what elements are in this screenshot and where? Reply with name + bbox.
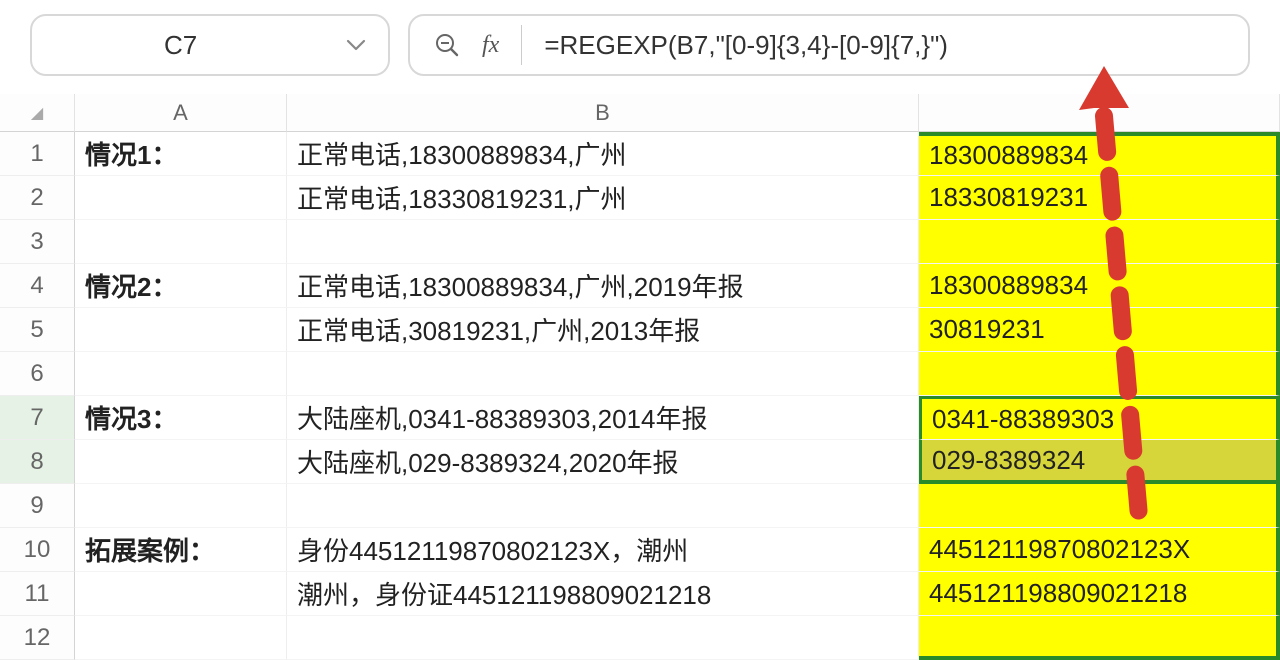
formula-toolbar: C7 fx =REGEXP(B7,"[0-9]{3,4}-[0-9]{7,}"): [0, 0, 1280, 94]
formula-bar[interactable]: fx =REGEXP(B7,"[0-9]{3,4}-[0-9]{7,}"): [408, 14, 1250, 76]
row-header[interactable]: 9: [0, 484, 75, 528]
cell-C[interactable]: [919, 616, 1280, 660]
column-headers: ◢ A B: [0, 94, 1280, 132]
row-header[interactable]: 11: [0, 572, 75, 616]
cell-C[interactable]: 18300889834: [919, 132, 1280, 176]
spreadsheet-grid[interactable]: ◢ A B 1情况1：正常电话,18300889834,广州1830088983…: [0, 94, 1280, 660]
cell-C[interactable]: [919, 352, 1280, 396]
cell-A[interactable]: [75, 176, 287, 220]
cell-A[interactable]: 情况3：: [75, 396, 287, 440]
row-header[interactable]: 5: [0, 308, 75, 352]
cell-C[interactable]: 44512119870802123X: [919, 528, 1280, 572]
cell-A[interactable]: 拓展案例：: [75, 528, 287, 572]
cell-B[interactable]: 大陆座机,029-8389324,2020年报: [287, 440, 919, 484]
formula-text[interactable]: =REGEXP(B7,"[0-9]{3,4}-[0-9]{7,}"): [544, 30, 948, 61]
cell-C[interactable]: 029-8389324: [919, 440, 1280, 484]
cell-B[interactable]: 潮州，身份证445121198809021218: [287, 572, 919, 616]
cell-C[interactable]: 445121198809021218: [919, 572, 1280, 616]
zoom-icon[interactable]: [434, 32, 460, 58]
row-header[interactable]: 10: [0, 528, 75, 572]
row-header[interactable]: 6: [0, 352, 75, 396]
col-header-C[interactable]: [919, 94, 1280, 132]
cell-B[interactable]: 正常电话,18300889834,广州,2019年报: [287, 264, 919, 308]
cell-C[interactable]: 18300889834: [919, 264, 1280, 308]
cell-C[interactable]: 30819231: [919, 308, 1280, 352]
cell-reference: C7: [54, 30, 346, 61]
row-header[interactable]: 8: [0, 440, 75, 484]
cell-B[interactable]: [287, 220, 919, 264]
separator: [521, 25, 522, 65]
cell-C[interactable]: 0341-88389303: [919, 396, 1280, 440]
cell-A[interactable]: [75, 440, 287, 484]
fx-label: fx: [482, 32, 499, 59]
row-header[interactable]: 12: [0, 616, 75, 660]
col-header-B[interactable]: B: [287, 94, 919, 132]
cell-B[interactable]: 正常电话,18300889834,广州: [287, 132, 919, 176]
chevron-down-icon[interactable]: [346, 38, 366, 52]
row-header[interactable]: 2: [0, 176, 75, 220]
cell-C[interactable]: [919, 220, 1280, 264]
cell-B[interactable]: 正常电话,18330819231,广州: [287, 176, 919, 220]
select-all-corner[interactable]: ◢: [0, 94, 75, 132]
cell-B[interactable]: [287, 352, 919, 396]
cell-A[interactable]: [75, 352, 287, 396]
name-box[interactable]: C7: [30, 14, 390, 76]
cell-A[interactable]: [75, 572, 287, 616]
cell-A[interactable]: [75, 220, 287, 264]
row-header[interactable]: 4: [0, 264, 75, 308]
cell-B[interactable]: 身份44512119870802123X，潮州: [287, 528, 919, 572]
cell-B[interactable]: 大陆座机,0341-88389303,2014年报: [287, 396, 919, 440]
cell-A[interactable]: 情况2：: [75, 264, 287, 308]
row-header[interactable]: 7: [0, 396, 75, 440]
cell-A[interactable]: [75, 484, 287, 528]
cell-B[interactable]: [287, 484, 919, 528]
cell-B[interactable]: [287, 616, 919, 660]
col-header-A[interactable]: A: [75, 94, 287, 132]
cell-A[interactable]: 情况1：: [75, 132, 287, 176]
row-header[interactable]: 3: [0, 220, 75, 264]
row-header[interactable]: 1: [0, 132, 75, 176]
cell-C[interactable]: [919, 484, 1280, 528]
cell-B[interactable]: 正常电话,30819231,广州,2013年报: [287, 308, 919, 352]
cell-A[interactable]: [75, 616, 287, 660]
cell-C[interactable]: 18330819231: [919, 176, 1280, 220]
cell-A[interactable]: [75, 308, 287, 352]
